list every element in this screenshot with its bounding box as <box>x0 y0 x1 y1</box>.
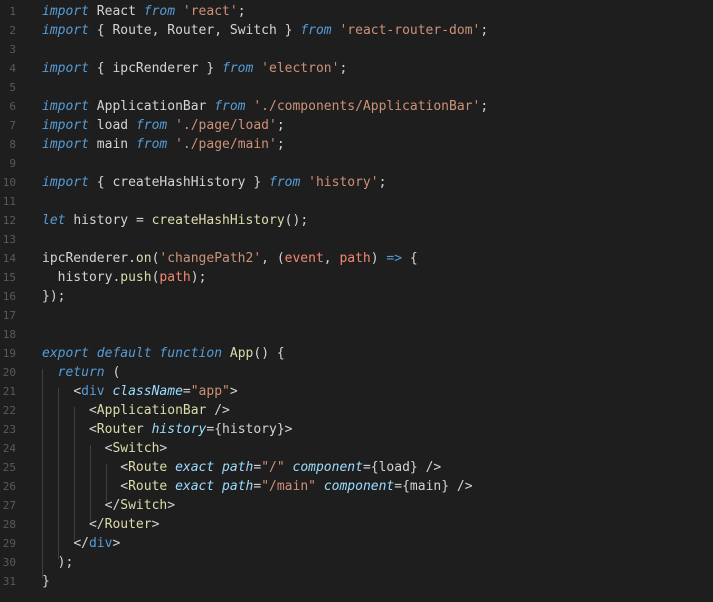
code-text: <ApplicationBar /> <box>88 403 230 418</box>
line-number: 25 <box>2 461 16 474</box>
line-number: 1 <box>9 5 16 18</box>
line-number: 2 <box>9 24 16 37</box>
line-number: 9 <box>9 157 16 170</box>
line-number: 18 <box>2 328 16 341</box>
line-number: 14 <box>2 252 16 265</box>
line-number: 16 <box>2 290 16 303</box>
code-line[interactable]: 4 import { ipcRenderer } from 'electron'; <box>0 59 713 78</box>
line-number: 20 <box>2 366 16 379</box>
line-number: 5 <box>9 81 16 94</box>
line-number: 10 <box>2 176 16 189</box>
code-text: return ( <box>57 365 121 380</box>
line-number: 6 <box>9 100 16 113</box>
code-text: </div> <box>73 536 121 551</box>
line-number: 26 <box>2 480 16 493</box>
line-number: 22 <box>2 404 16 417</box>
code-line[interactable]: 10 import { createHashHistory } from 'his… <box>0 173 713 192</box>
line-number: 27 <box>2 499 16 512</box>
code-text: import { createHashHistory } from 'histo… <box>42 175 387 190</box>
line-number: 19 <box>2 347 16 360</box>
line-number: 8 <box>9 138 16 151</box>
line-number: 11 <box>2 195 16 208</box>
code-text: </Router> <box>88 517 160 532</box>
line-number: 28 <box>2 518 16 531</box>
code-line[interactable]: 14 ipcRenderer.on('changePath2', (event, … <box>0 249 713 268</box>
line-number: 4 <box>9 62 16 75</box>
code-line[interactable]: 21 <div className="app"> <box>0 382 713 401</box>
code-text: import { ipcRenderer } from 'electron'; <box>42 61 348 76</box>
line-number: 23 <box>2 423 16 436</box>
code-line[interactable]: 16}); <box>0 287 713 306</box>
code-line[interactable]: 20 return ( <box>0 363 713 382</box>
code-line[interactable]: 23 <Router history={history}> <box>0 420 713 439</box>
code-line[interactable]: 30 ); <box>0 553 713 572</box>
code-line[interactable]: 28 </Router> <box>0 515 713 534</box>
code-line[interactable]: 1 import React from 'react'; <box>0 2 713 21</box>
code-text: <div className="app"> <box>73 384 238 399</box>
line-number: 24 <box>2 442 16 455</box>
code-text: import load from './page/load'; <box>42 118 285 133</box>
code-editor[interactable]: 1 import React from 'react'; 2 import { Rou… <box>0 0 713 602</box>
code-text: <Router history={history}> <box>88 422 293 437</box>
code-text: } <box>42 574 50 589</box>
code-line[interactable]: 8 import main from './page/main'; <box>0 135 713 154</box>
code-text: <Route exact path="/" component={load} /… <box>120 460 442 475</box>
code-line[interactable]: 11 <box>0 192 713 211</box>
code-line[interactable]: 6 import ApplicationBar from './component… <box>0 97 713 116</box>
code-text: import { Route, Router, Switch } from 'r… <box>42 23 489 38</box>
line-number: 21 <box>2 385 16 398</box>
code-line[interactable]: 19 export default function App() { <box>0 344 713 363</box>
code-line[interactable]: 2 import { Route, Router, Switch } from '… <box>0 21 713 40</box>
line-number: 29 <box>2 537 16 550</box>
code-line[interactable]: 22 <ApplicationBar /> <box>0 401 713 420</box>
code-line[interactable]: 24 <Switch> <box>0 439 713 458</box>
code-text: let history = createHashHistory(); <box>42 213 309 228</box>
line-number: 17 <box>2 309 16 322</box>
code-line[interactable]: 7 import load from './page/load'; <box>0 116 713 135</box>
line-number: 15 <box>2 271 16 284</box>
code-text: import main from './page/main'; <box>42 137 285 152</box>
code-line[interactable]: 9 <box>0 154 713 173</box>
code-line[interactable]: 27 </Switch> <box>0 496 713 515</box>
code-text: ipcRenderer.on('changePath2', (event, pa… <box>42 251 418 266</box>
code-text: ); <box>57 555 74 570</box>
code-line[interactable]: 3 <box>0 40 713 59</box>
line-number: 31 <box>2 575 16 588</box>
code-line[interactable]: 5 <box>0 78 713 97</box>
code-text: </Switch> <box>104 498 176 513</box>
code-line[interactable]: 17 <box>0 306 713 325</box>
code-line[interactable]: 26 <Route exact path="/main" component={… <box>0 477 713 496</box>
code-text: <Route exact path="/main" component={mai… <box>120 479 473 494</box>
code-line[interactable]: 29 </div> <box>0 534 713 553</box>
code-line[interactable]: 12 let history = createHashHistory(); <box>0 211 713 230</box>
code-line[interactable]: 13 <box>0 230 713 249</box>
code-line[interactable]: 18 <box>0 325 713 344</box>
code-line[interactable]: 25 <Route exact path="/" component={load… <box>0 458 713 477</box>
code-text: }); <box>42 289 66 304</box>
code-text: import ApplicationBar from './components… <box>42 99 489 114</box>
line-number: 12 <box>2 214 16 227</box>
line-number: 30 <box>2 556 16 569</box>
code-text: history.push(path); <box>57 270 207 285</box>
code-text: import React from 'react'; <box>42 4 246 19</box>
line-number: 7 <box>9 119 16 132</box>
line-number: 3 <box>9 43 16 56</box>
code-line[interactable]: 31} <box>0 572 713 591</box>
line-number: 13 <box>2 233 16 246</box>
code-text: export default function App() { <box>42 346 285 361</box>
code-line[interactable]: 15 history.push(path); <box>0 268 713 287</box>
code-text: <Switch> <box>104 441 168 456</box>
